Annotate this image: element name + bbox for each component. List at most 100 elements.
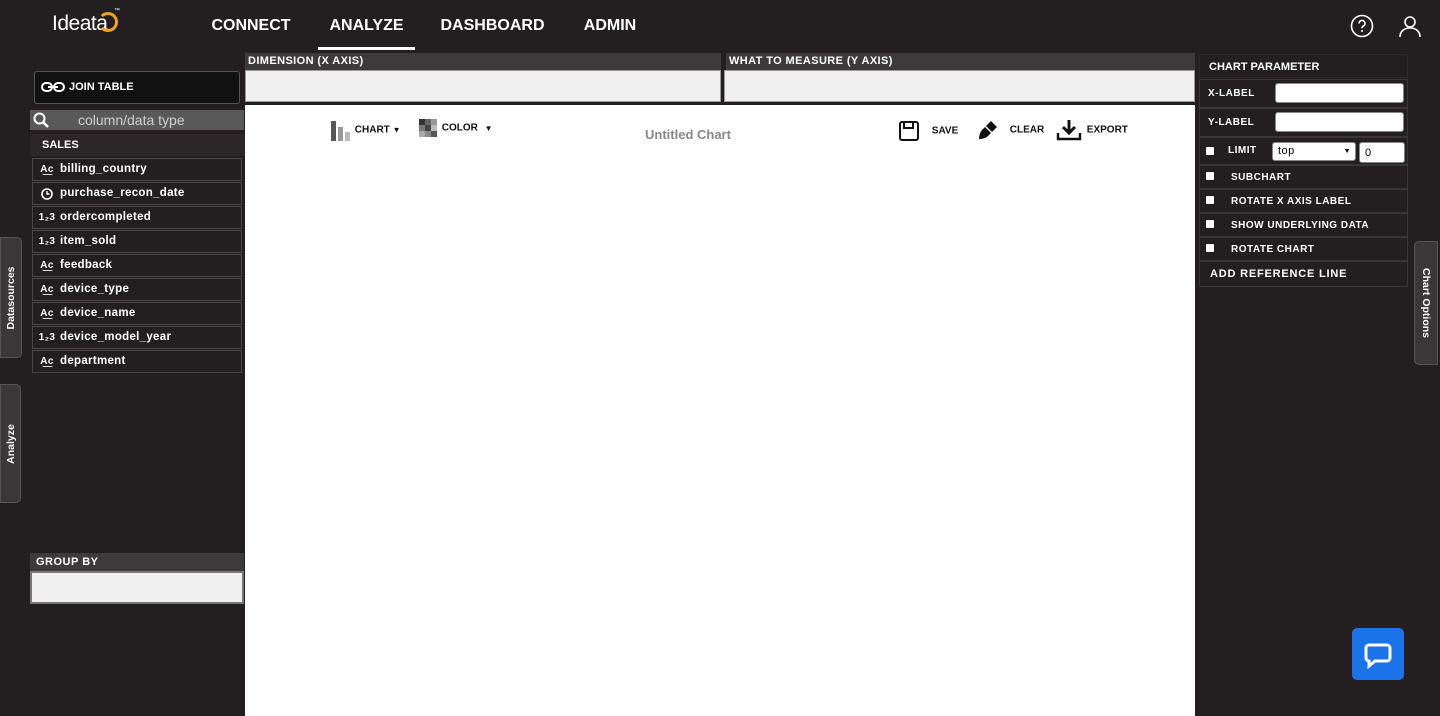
group-by-header: GROUP BY — [30, 553, 244, 571]
number-type-icon: 1₂3 — [38, 332, 56, 343]
nav-dashboard[interactable]: DASHBOARD — [440, 0, 545, 52]
field-list: A͟c billing_country purchase_recon_date 1… — [32, 158, 242, 374]
text-type-icon: A͟c — [40, 284, 54, 295]
join-table-label: JOIN TABLE — [69, 81, 134, 93]
subchart-row: SUBCHART — [1199, 165, 1408, 189]
field-label: department — [60, 355, 126, 367]
chart-options-tab[interactable]: Chart Options — [1414, 241, 1438, 365]
limit-mode-select[interactable]: top ▼ — [1272, 142, 1356, 161]
column-search — [30, 110, 244, 130]
add-reference-line-button[interactable]: ADD REFERENCE LINE — [1199, 261, 1408, 287]
link-icon — [41, 82, 65, 92]
rotate-x-checkbox[interactable] — [1206, 196, 1214, 204]
chart-canvas: CHART ▼ COLOR ▼ Untitled Chart SAVE CLEA… — [245, 105, 1195, 716]
join-table-button[interactable]: JOIN TABLE — [34, 71, 240, 104]
show-underlying-checkbox[interactable] — [1206, 220, 1214, 228]
field-label: ordercompleted — [60, 211, 152, 223]
show-underlying-label: SHOW UNDERLYING DATA — [1231, 220, 1370, 231]
y-label-label: Y-LABEL — [1208, 117, 1255, 128]
chevron-down-icon: ▼ — [1343, 148, 1351, 155]
y-label-input[interactable] — [1275, 112, 1404, 132]
limit-checkbox[interactable] — [1206, 147, 1214, 155]
nav-connect[interactable]: CONNECT — [207, 0, 295, 52]
measure-dropzone[interactable] — [724, 70, 1195, 102]
chevron-down-icon: ▼ — [392, 125, 401, 135]
field-label: device_name — [60, 307, 136, 319]
nav-analyze[interactable]: ANALYZE — [318, 0, 415, 52]
limit-row: LIMIT top ▼ — [1199, 137, 1408, 165]
color-dropdown[interactable]: COLOR ▼ — [419, 119, 493, 137]
number-type-icon: 1₂3 — [38, 236, 56, 247]
clear-button[interactable]: CLEAR — [977, 119, 1044, 141]
y-label-row: Y-LABEL — [1199, 108, 1408, 137]
field-item[interactable]: A͟c device_name — [32, 302, 242, 325]
rotate-chart-row: ROTATE CHART — [1199, 237, 1408, 261]
help-icon[interactable] — [1350, 14, 1374, 38]
rotate-x-label: ROTATE X AXIS LABEL — [1231, 196, 1352, 207]
rotate-x-row: ROTATE X AXIS LABEL — [1199, 189, 1408, 213]
field-item[interactable]: A͟c billing_country — [32, 158, 242, 181]
chevron-down-icon: ▼ — [484, 123, 493, 133]
search-icon — [33, 112, 49, 128]
brush-icon — [979, 121, 997, 139]
nav-admin[interactable]: ADMIN — [580, 0, 640, 52]
text-type-icon: A͟c — [40, 260, 54, 271]
subchart-checkbox[interactable] — [1206, 172, 1214, 180]
clear-label: CLEAR — [1009, 124, 1045, 136]
dimension-dropzone[interactable] — [245, 70, 721, 102]
date-type-icon — [38, 183, 56, 208]
bar-chart-icon — [331, 121, 350, 141]
dimension-axis-header: DIMENSION (X AXIS) — [245, 53, 721, 70]
logo-trademark: ™ — [114, 8, 120, 14]
column-search-input[interactable] — [52, 110, 242, 130]
group-by-dropzone[interactable] — [30, 571, 244, 604]
limit-label: LIMIT — [1228, 145, 1257, 156]
field-item[interactable]: A͟c feedback — [32, 254, 242, 277]
chat-button[interactable] — [1352, 628, 1404, 680]
chart-type-dropdown[interactable]: CHART ▼ — [330, 119, 400, 141]
x-label-input[interactable] — [1275, 83, 1404, 103]
chart-parameter-header: CHART PARAMETER — [1199, 54, 1408, 78]
x-label-label: X-LABEL — [1208, 88, 1255, 99]
field-label: item_sold — [60, 235, 117, 247]
x-label-row: X-LABEL — [1199, 79, 1408, 108]
analyze-tab[interactable]: Analyze — [0, 384, 21, 503]
ideata-logo[interactable]: Ideata ™ — [52, 8, 120, 36]
field-item[interactable]: 1₂3 item_sold — [32, 230, 242, 253]
color-palette-icon — [419, 119, 437, 137]
field-item[interactable]: 1₂3 ordercompleted — [32, 206, 242, 229]
field-label: device_type — [60, 283, 130, 295]
save-label: SAVE — [931, 125, 959, 137]
logo-ring-icon — [98, 12, 118, 32]
table-name-header: SALES — [30, 134, 244, 156]
chart-type-label: CHART — [354, 124, 390, 136]
field-item[interactable]: A͟c device_type — [32, 278, 242, 301]
rotate-chart-checkbox[interactable] — [1206, 244, 1214, 252]
export-label: EXPORT — [1086, 124, 1128, 136]
user-profile-icon[interactable] — [1398, 14, 1422, 38]
measure-axis-header: WHAT TO MEASURE (Y AXIS) — [726, 53, 1195, 70]
save-icon — [899, 121, 919, 141]
field-label: device_model_year — [60, 331, 172, 343]
field-item[interactable]: purchase_recon_date — [32, 182, 242, 205]
field-label: feedback — [60, 259, 113, 271]
chart-options-tab-label: Chart Options — [1420, 268, 1432, 338]
save-button[interactable]: SAVE — [899, 121, 958, 141]
analyze-tab-label: Analyze — [4, 423, 17, 464]
limit-value-input[interactable] — [1359, 142, 1405, 163]
field-label: purchase_recon_date — [60, 187, 185, 199]
show-underlying-row: SHOW UNDERLYING DATA — [1199, 213, 1408, 237]
chat-bubble-icon — [1364, 643, 1392, 670]
color-label: COLOR — [441, 122, 478, 134]
limit-mode-value: top — [1278, 145, 1295, 157]
rotate-chart-label: ROTATE CHART — [1231, 244, 1315, 255]
chart-title[interactable]: Untitled Chart — [645, 127, 731, 142]
field-label: billing_country — [60, 163, 147, 175]
text-type-icon: A͟c — [40, 308, 54, 319]
number-type-icon: 1₂3 — [38, 212, 56, 223]
subchart-label: SUBCHART — [1231, 172, 1292, 183]
datasources-tab[interactable]: Datasources — [0, 237, 22, 358]
field-item[interactable]: 1₂3 device_model_year — [32, 326, 242, 349]
field-item[interactable]: A͟c department — [32, 350, 242, 373]
export-button[interactable]: EXPORT — [1056, 119, 1128, 141]
